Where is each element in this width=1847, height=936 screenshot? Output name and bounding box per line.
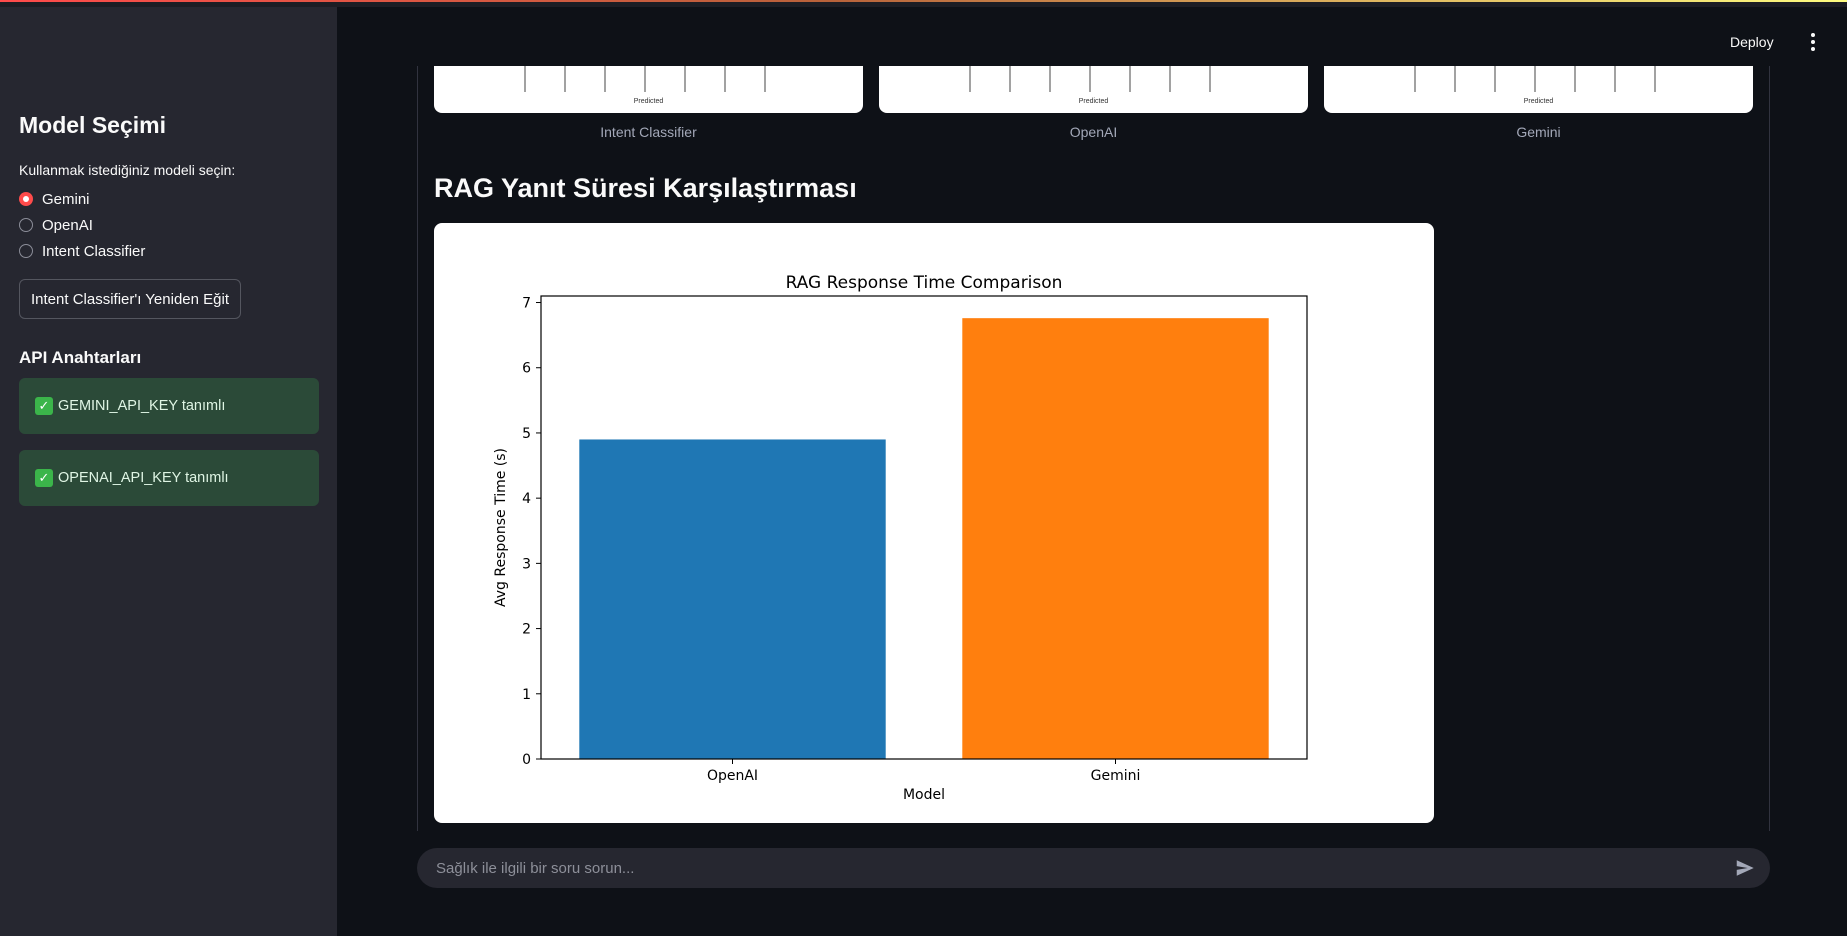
chat-input-container — [417, 848, 1770, 888]
x-tick-label: OpenAI — [707, 768, 758, 784]
chat-input[interactable] — [434, 858, 1734, 878]
image-caption-gemini: Gemini — [1516, 124, 1561, 140]
bar-openai — [579, 439, 886, 759]
status-text: OPENAI_API_KEY tanımlı — [58, 470, 229, 486]
status-text: GEMINI_API_KEY tanımlı — [58, 398, 226, 414]
chart-title: RAG Response Time Comparison — [786, 273, 1063, 293]
image-caption-intent-classifier: Intent Classifier — [600, 124, 697, 140]
sidebar-title: Model Seçimi — [19, 112, 166, 138]
y-tick-label: 2 — [522, 622, 531, 638]
top-decoration — [0, 0, 1847, 7]
send-icon[interactable] — [1734, 857, 1756, 879]
section-title: RAG Yanıt Süresi Karşılaştırması — [434, 173, 857, 203]
y-tick-label: 6 — [522, 361, 531, 377]
bar-gemini — [962, 318, 1269, 759]
y-tick-label: 5 — [522, 426, 531, 442]
bar-chart-svg: OpenAI Gemini 0 1 2 3 4 5 6 7 RAG Response Time Co… — [493, 273, 1308, 803]
container-border-right — [1769, 66, 1770, 831]
y-tick-label: 4 — [522, 491, 531, 507]
container-border-left — [417, 66, 418, 831]
confusion-matrix-gemini: Predicted — [1324, 66, 1753, 113]
radio-selected-icon — [19, 192, 33, 206]
y-tick-label: 0 — [522, 752, 531, 768]
radio-option-gemini[interactable]: Gemini — [19, 188, 90, 210]
y-tick-label: 1 — [522, 687, 531, 703]
x-axis-label: Model — [903, 787, 945, 803]
check-mark-icon: ✓ — [35, 469, 53, 487]
more-vertical-icon[interactable] — [1806, 31, 1820, 53]
gemini-key-status: ✓ GEMINI_API_KEY tanımlı — [19, 378, 319, 434]
radio-option-label: OpenAI — [42, 216, 93, 234]
deploy-button[interactable]: Deploy — [1730, 31, 1774, 53]
y-tick-label: 3 — [522, 556, 531, 572]
check-mark-icon: ✓ — [35, 397, 53, 415]
api-keys-heading: API Anahtarları — [19, 348, 142, 367]
predicted-axis-label: Predicted — [1078, 98, 1109, 105]
x-tick-label: Gemini — [1091, 768, 1141, 784]
sidebar: Model Seçimi Kullanmak istediğiniz model… — [0, 7, 337, 936]
model-radio-label: Kullanmak istediğiniz modeli seçin: — [19, 162, 236, 178]
retrain-intent-classifier-button[interactable]: Intent Classifier'ı Yeniden Eğit — [19, 279, 241, 319]
radio-option-openai[interactable]: OpenAI — [19, 214, 93, 236]
radio-option-label: Gemini — [42, 190, 90, 208]
radio-option-intent-classifier[interactable]: Intent Classifier — [19, 240, 145, 262]
radio-unselected-icon — [19, 244, 33, 258]
openai-key-status: ✓ OPENAI_API_KEY tanımlı — [19, 450, 319, 506]
predicted-axis-label: Predicted — [633, 98, 664, 105]
y-tick-label: 7 — [522, 296, 531, 312]
image-caption-openai: OpenAI — [1069, 124, 1118, 140]
radio-unselected-icon — [19, 218, 33, 232]
confusion-matrix-intent-classifier: Predicted — [434, 66, 863, 113]
y-axis-label: Avg Response Time (s) — [493, 448, 509, 607]
radio-option-label: Intent Classifier — [42, 242, 146, 260]
confusion-matrix-openai: Predicted — [879, 66, 1308, 113]
predicted-axis-label: Predicted — [1523, 98, 1554, 105]
response-time-chart: OpenAI Gemini 0 1 2 3 4 5 6 7 RAG Response Time Co… — [434, 223, 1434, 823]
